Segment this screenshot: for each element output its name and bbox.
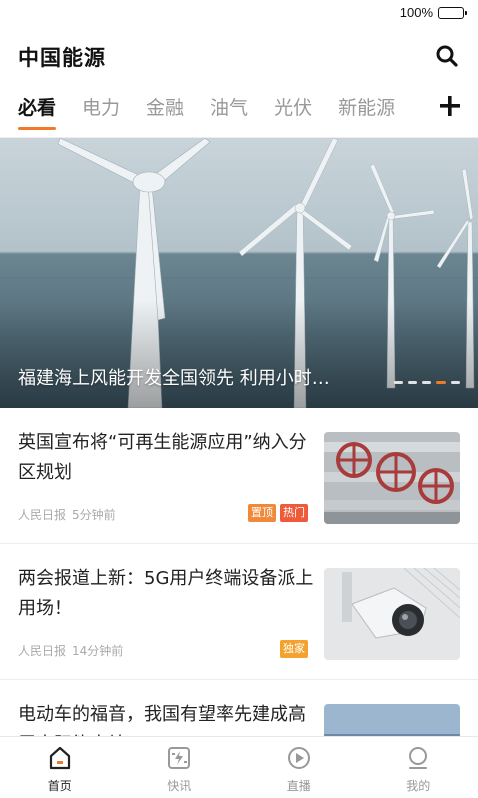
plus-icon bbox=[440, 96, 460, 116]
news-meta: 人民日报 5分钟前 bbox=[18, 506, 116, 523]
tab-label: 电力 bbox=[82, 97, 121, 119]
nav-home[interactable]: 首页 bbox=[0, 737, 120, 798]
news-time: 14分钟前 bbox=[72, 644, 124, 658]
news-time: 5分钟前 bbox=[72, 508, 116, 522]
news-item[interactable]: 英国宣布将“可再生能源应用”纳入分区规划 人民日报 5分钟前 置顶 热门 bbox=[0, 408, 478, 544]
security-camera-image bbox=[324, 568, 460, 660]
battery-indicator: 100% bbox=[399, 5, 467, 20]
news-tags: 置顶 热门 bbox=[248, 504, 308, 522]
carousel-dot[interactable] bbox=[436, 381, 446, 384]
tab-item[interactable]: 金融 bbox=[146, 88, 184, 128]
carousel-dot[interactable] bbox=[408, 381, 417, 384]
tab-item[interactable]: 光伏 bbox=[274, 88, 312, 128]
tab-label: 新能源 bbox=[338, 97, 396, 119]
nav-flash-news[interactable]: 快讯 bbox=[120, 737, 240, 798]
tab-item[interactable]: 油气 bbox=[210, 88, 248, 128]
news-title: 英国宣布将“可再生能源应用”纳入分区规划 bbox=[18, 432, 307, 483]
search-button[interactable] bbox=[434, 43, 460, 69]
news-item[interactable]: 两会报道上新：5G用户终端设备派上用场！ 人民日报 14分钟前 独家 bbox=[0, 544, 478, 680]
category-tabs: 必看 电力 金融 油气 光伏 新能源 bbox=[0, 88, 478, 138]
tab-label: 金融 bbox=[146, 97, 185, 119]
live-play-icon bbox=[287, 747, 310, 769]
app-title: 中国能源 bbox=[18, 46, 106, 70]
news-meta: 人民日报 14分钟前 bbox=[18, 642, 123, 659]
add-tab-button[interactable] bbox=[438, 94, 462, 118]
news-title: 两会报道上新：5G用户终端设备派上用场！ bbox=[18, 568, 314, 619]
banner-caption: 福建海上风能开发全国领先 利用小时… bbox=[18, 368, 330, 389]
search-icon bbox=[436, 45, 458, 67]
nav-label: 我的 bbox=[406, 779, 431, 793]
nav-live[interactable]: 直播 bbox=[239, 737, 359, 798]
carousel-dot[interactable] bbox=[394, 381, 403, 384]
tab-item[interactable]: 电力 bbox=[82, 88, 120, 128]
nav-profile[interactable]: 我的 bbox=[359, 737, 478, 798]
news-tag-exclusive: 独家 bbox=[280, 640, 308, 658]
tab-active-indicator bbox=[18, 127, 57, 130]
home-icon bbox=[49, 746, 70, 770]
tab-label: 油气 bbox=[210, 97, 249, 119]
tab-item[interactable]: 必看 bbox=[18, 88, 57, 130]
nav-label: 首页 bbox=[47, 779, 72, 793]
carousel-dot[interactable] bbox=[451, 381, 460, 384]
news-thumbnail bbox=[324, 432, 460, 524]
bottom-navigation: 首页 快讯 直播 我的 bbox=[0, 736, 478, 798]
status-bar: 100% bbox=[0, 0, 478, 26]
hero-banner[interactable]: 福建海上风能开发全国领先 利用小时… bbox=[0, 138, 478, 408]
nav-label: 快讯 bbox=[167, 779, 192, 793]
tab-list: 必看 电力 金融 油气 光伏 新能源 bbox=[18, 88, 426, 138]
news-thumbnail bbox=[324, 568, 460, 660]
news-source: 人民日报 bbox=[18, 508, 67, 522]
profile-icon bbox=[409, 747, 428, 769]
flash-news-icon bbox=[168, 747, 191, 769]
tab-item[interactable]: 新能源 bbox=[338, 88, 395, 128]
tab-label: 光伏 bbox=[274, 97, 313, 119]
battery-percent: 100% bbox=[399, 5, 433, 20]
app-header: 中国能源 bbox=[0, 36, 478, 76]
carousel-indicator bbox=[394, 381, 460, 384]
news-tag-pinned: 置顶 bbox=[248, 504, 276, 522]
nav-label: 直播 bbox=[286, 779, 311, 793]
battery-icon bbox=[438, 6, 467, 19]
news-source: 人民日报 bbox=[18, 644, 67, 658]
news-tag-hot: 热门 bbox=[280, 504, 308, 522]
carousel-dot[interactable] bbox=[422, 381, 431, 384]
pipeline-valves-image bbox=[324, 432, 460, 524]
news-tags: 独家 bbox=[280, 640, 308, 658]
tab-label: 必看 bbox=[18, 97, 57, 119]
